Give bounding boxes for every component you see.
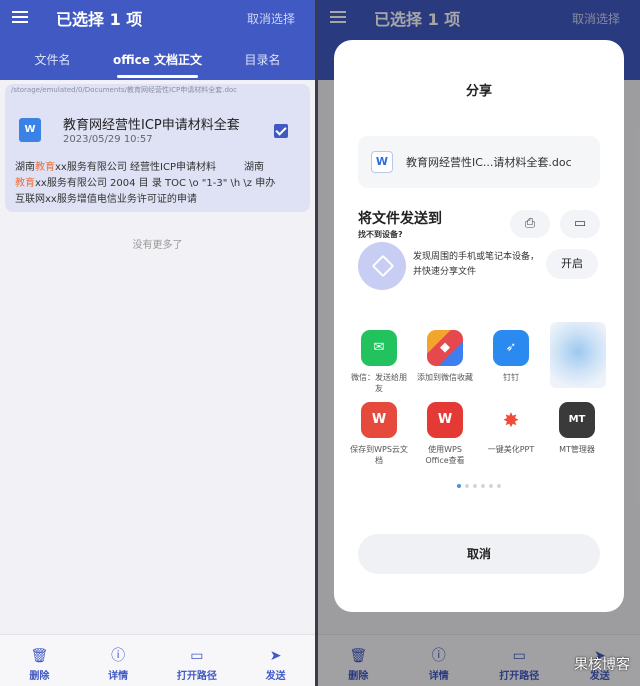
share-app-wechat-favorites[interactable]: ◆ 添加到微信收藏	[416, 330, 474, 383]
selection-title: 已选择 1 项	[56, 10, 143, 29]
tab-office-content[interactable]: office 文档正文	[105, 42, 210, 80]
wechat-icon: ✉	[361, 330, 397, 366]
nearby-share-icon	[358, 242, 406, 290]
word-doc-icon: W	[19, 118, 41, 142]
cube-icon: ◆	[427, 330, 463, 366]
search-result-card[interactable]: /storage/emulated/0/Documents/教育网经营性ICP申…	[5, 84, 310, 212]
tab-bar: 文件名 office 文档正文 目录名	[0, 42, 315, 80]
send-to-title: 将文件发送到	[358, 211, 442, 227]
page-dot	[489, 484, 493, 488]
file-path: /storage/emulated/0/Documents/教育网经营性ICP申…	[11, 86, 238, 94]
shared-file-name: 教育网经营性IC...请材料全套.doc	[406, 156, 572, 169]
share-app-wps-office[interactable]: W 使用WPS Office查看	[416, 402, 474, 466]
right-screen: 已选择 1 项 取消选择 🗑 删除 ⓘ 详情 ▭ 打开路径 ➤ 发送 分享 W 教育网经…	[318, 0, 640, 686]
ppt-beautify-icon: ✸	[493, 402, 529, 438]
share-sheet: 分享 W 教育网经营性IC...请材料全套.doc 将文件发送到 找不到设备? …	[334, 40, 624, 612]
selected-checkbox[interactable]	[274, 124, 288, 138]
cancel-selection-button[interactable]: 取消选择	[247, 10, 295, 27]
share-app-mt-manager[interactable]: MT MT管理器	[548, 402, 606, 455]
tab-directory[interactable]: 目录名	[210, 42, 315, 80]
no-device-link[interactable]: 找不到设备?	[358, 229, 403, 240]
app-bar: 已选择 1 项 取消选择 文件名 office 文档正文 目录名	[0, 0, 315, 80]
content-snippet: 湖南教育xx服务有限公司 经营性ICP申请材料 湖南 教育xx服务有限公司 200…	[15, 162, 276, 205]
file-date: 2023/05/29 10:57	[63, 134, 153, 145]
screen-cast-button[interactable]: ▭	[560, 210, 600, 238]
info-icon: ⓘ	[111, 648, 126, 664]
details-button[interactable]: ⓘ 详情	[79, 635, 158, 686]
bottom-action-bar: 🗑 删除 ⓘ 详情 ▭ 打开路径 ➤ 发送	[0, 634, 315, 686]
discover-description: 发现周围的手机或笔记本设备，并快速分享文件	[413, 252, 540, 277]
page-dot	[497, 484, 501, 488]
send-icon: ➤	[269, 648, 282, 664]
delete-button[interactable]: 🗑 删除	[0, 635, 79, 686]
wps-cloud-icon: W	[361, 402, 397, 438]
watermark-text: 果核博客	[574, 657, 630, 673]
page-dot	[481, 484, 485, 488]
folder-icon: ▭	[190, 648, 204, 664]
wps-doc-icon: W	[371, 151, 393, 173]
page-dot	[473, 484, 477, 488]
share-cancel-button[interactable]: 取消	[358, 534, 600, 574]
left-screen: 已选择 1 项 取消选择 文件名 office 文档正文 目录名 /storag…	[0, 0, 315, 686]
enable-nearby-button[interactable]: 开启	[546, 249, 598, 279]
blurred-app-tile[interactable]	[550, 322, 606, 388]
printer-button[interactable]: ⎙	[510, 210, 550, 238]
page-dot	[457, 484, 461, 488]
share-title: 分享	[465, 84, 492, 99]
send-button[interactable]: ➤ 发送	[236, 635, 315, 686]
page-dot	[465, 484, 469, 488]
wps-office-icon: W	[427, 402, 463, 438]
open-path-button[interactable]: ▭ 打开路径	[158, 635, 237, 686]
page-indicator	[334, 484, 624, 488]
share-app-wps-cloud[interactable]: W 保存到WPS云文档	[350, 402, 408, 466]
shared-file-box: W 教育网经营性IC...请材料全套.doc	[358, 136, 600, 188]
share-app-wechat[interactable]: ✉ 微信：发送给朋友	[350, 330, 408, 394]
no-more-label: 没有更多了	[132, 240, 183, 251]
file-name: 教育网经营性ICP申请材料全套	[63, 118, 240, 133]
menu-icon[interactable]	[12, 11, 28, 23]
tab-filename[interactable]: 文件名	[0, 42, 105, 80]
share-app-ppt-beautify[interactable]: ✸ 一键美化PPT	[482, 402, 540, 455]
share-app-dingtalk[interactable]: ➶ 钉钉	[482, 330, 540, 383]
mt-manager-icon: MT	[559, 402, 595, 438]
dingtalk-icon: ➶	[493, 330, 529, 366]
trash-icon: 🗑	[30, 648, 49, 664]
printer-icon: ⎙	[524, 216, 536, 231]
monitor-icon: ▭	[573, 216, 587, 231]
